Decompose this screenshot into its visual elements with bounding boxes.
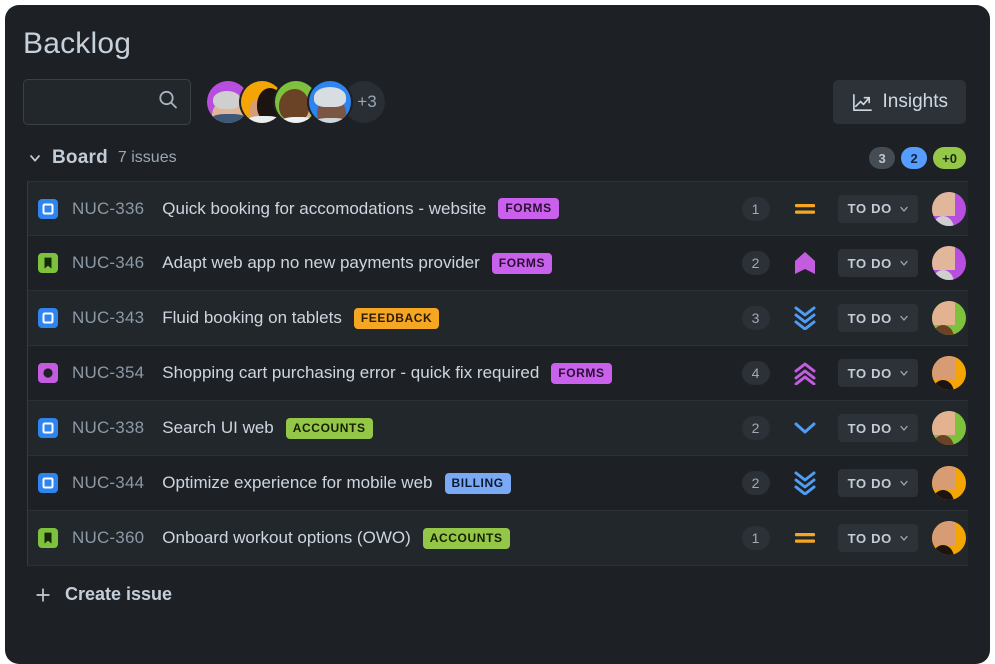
issue-row[interactable]: NUC-360 Onboard workout options (OWO) ACCO… [28,511,968,566]
status-label: TO DO [848,256,892,271]
priority-highest-icon[interactable] [784,250,826,276]
status-pill-todo[interactable]: 3 [869,147,895,169]
priority-lowest-icon[interactable] [784,419,826,437]
status-dropdown[interactable]: TO DO [838,524,918,552]
issue-label-chip[interactable]: ACCOUNTS [423,528,510,549]
create-issue-label: Create issue [65,584,172,605]
status-label: TO DO [848,531,892,546]
priority-high-icon[interactable] [784,361,826,385]
priority-medium-icon[interactable] [784,199,826,219]
chevron-down-icon [898,203,910,215]
issue-key[interactable]: NUC-344 [72,473,144,493]
issue-summary[interactable]: Fluid booking on tablets [162,308,342,328]
issue-row[interactable]: NUC-338 Search UI web ACCOUNTS 2 TO DO [28,401,968,456]
insights-button[interactable]: Insights [833,80,966,124]
toolbar: +3 Insights [5,61,990,125]
task-icon[interactable] [38,418,58,438]
assignee-avatar[interactable] [932,466,966,500]
story-icon[interactable] [38,528,58,548]
status-pill-group: 3 2 +0 [869,147,966,169]
status-dropdown[interactable]: TO DO [838,469,918,497]
priority-medium-icon[interactable] [784,528,826,548]
assignee-avatar[interactable] [932,192,966,226]
story-icon[interactable] [38,253,58,273]
assignee-avatar[interactable] [932,301,966,335]
task-icon[interactable] [38,473,58,493]
issue-row[interactable]: NUC-344 Optimize experience for mobile we… [28,456,968,511]
priority-low-icon[interactable] [784,306,826,330]
issue-row[interactable]: NUC-343 Fluid booking on tablets FEEDBACK 3… [28,291,968,346]
estimate-badge[interactable]: 3 [742,306,770,330]
status-dropdown[interactable]: TO DO [838,414,918,442]
status-label: TO DO [848,421,892,436]
issue-key[interactable]: NUC-343 [72,308,144,328]
issue-label-chip[interactable]: ACCOUNTS [286,418,373,439]
issue-key[interactable]: NUC-336 [72,199,144,219]
issue-row[interactable]: NUC-346 Adapt web app no new payments pro… [28,236,968,291]
avatar[interactable] [309,81,351,123]
status-dropdown[interactable]: TO DO [838,249,918,277]
estimate-badge[interactable]: 4 [742,361,770,385]
page-title: Backlog [5,5,990,61]
backlog-window: Backlog [5,5,990,664]
create-issue-button[interactable]: Create issue [27,580,178,609]
chevron-down-icon [898,477,910,489]
board-issue-count: 7 issues [118,149,177,167]
assignee-avatar[interactable] [932,521,966,555]
insights-label: Insights [883,91,948,113]
priority-low-icon[interactable] [784,471,826,495]
issue-summary[interactable]: Quick booking for accomodations - websit… [162,199,486,219]
issue-summary[interactable]: Optimize experience for mobile web [162,473,432,493]
status-label: TO DO [848,201,892,216]
issue-label-chip[interactable]: FORMS [498,198,558,219]
avatar-group[interactable]: +3 [207,81,385,123]
issue-summary[interactable]: Shopping cart purchasing error - quick f… [162,363,539,383]
estimate-badge[interactable]: 2 [742,251,770,275]
issue-summary[interactable]: Adapt web app no new payments provider [162,253,480,273]
status-dropdown[interactable]: TO DO [838,359,918,387]
chevron-down-icon [898,532,910,544]
search-input[interactable] [24,80,190,124]
estimate-badge[interactable]: 2 [742,416,770,440]
issue-row[interactable]: NUC-336 Quick booking for accomodations -… [28,181,968,236]
status-dropdown[interactable]: TO DO [838,195,918,223]
status-label: TO DO [848,311,892,326]
chart-trend-icon [851,91,874,114]
status-pill-done[interactable]: +0 [933,147,966,169]
chevron-down-icon [898,312,910,324]
assignee-avatar[interactable] [932,246,966,280]
issue-label-chip[interactable]: FEEDBACK [354,308,439,329]
bug-icon[interactable] [38,363,58,383]
issue-label-chip[interactable]: FORMS [492,253,552,274]
issue-summary[interactable]: Onboard workout options (OWO) [162,528,410,548]
chevron-down-icon[interactable] [27,150,43,166]
status-dropdown[interactable]: TO DO [838,304,918,332]
issue-summary[interactable]: Search UI web [162,418,274,438]
issue-key[interactable]: NUC-360 [72,528,144,548]
issue-list: NUC-336 Quick booking for accomodations -… [27,181,968,566]
chevron-down-icon [898,422,910,434]
estimate-badge[interactable]: 1 [742,526,770,550]
search-box[interactable] [23,79,191,125]
estimate-badge[interactable]: 1 [742,197,770,221]
issue-row[interactable]: NUC-354 Shopping cart purchasing error - … [28,346,968,401]
issue-label-chip[interactable]: FORMS [551,363,611,384]
issue-label-chip[interactable]: BILLING [445,473,511,494]
status-pill-inprogress[interactable]: 2 [901,147,927,169]
assignee-avatar[interactable] [932,411,966,445]
issue-key[interactable]: NUC-354 [72,363,144,383]
assignee-avatar[interactable] [932,356,966,390]
issue-key[interactable]: NUC-346 [72,253,144,273]
chevron-down-icon [898,367,910,379]
estimate-badge[interactable]: 2 [742,471,770,495]
issue-key[interactable]: NUC-338 [72,418,144,438]
board-title: Board [52,147,108,169]
board-header: Board 7 issues 3 2 +0 [5,125,990,169]
status-label: TO DO [848,366,892,381]
plus-icon [33,585,53,605]
task-icon[interactable] [38,308,58,328]
status-label: TO DO [848,476,892,491]
chevron-down-icon [898,257,910,269]
task-icon[interactable] [38,199,58,219]
